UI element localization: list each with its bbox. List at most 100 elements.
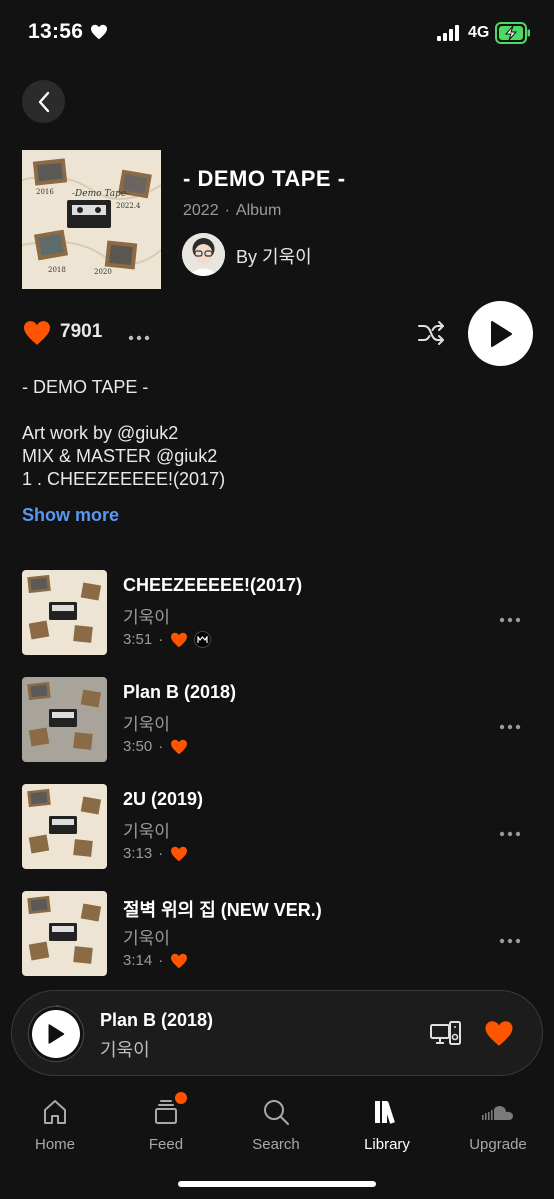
meta-separator: ·: [158, 845, 164, 862]
tab-label: Feed: [148, 1136, 184, 1153]
artwork-note-2016: 2016: [36, 188, 54, 196]
track-row[interactable]: 절벽 위의 집 (NEW VER.) 기욱이 3:14 ·: [0, 891, 554, 981]
heart-icon: [90, 24, 108, 45]
soundcloud-icon: [453, 1096, 543, 1128]
tab-label: Home: [34, 1136, 75, 1153]
track-meta: 3:14 ·: [123, 952, 188, 969]
signal-icon: [437, 25, 461, 46]
liked-heart-icon: [171, 739, 188, 754]
artwork-note-2020: 2020: [94, 268, 112, 276]
battery-charging-icon: [495, 22, 531, 49]
track-duration: 3:13: [123, 845, 153, 862]
meta-separator: ·: [224, 202, 230, 219]
tab-search[interactable]: Search: [231, 1096, 321, 1153]
track-row[interactable]: 2U (2019) 기욱이 3:13 ·: [0, 784, 554, 874]
devices-button[interactable]: [430, 1021, 462, 1052]
track-title: 2U (2019): [123, 789, 204, 809]
mini-player[interactable]: Plan B (2018) 기욱이: [11, 990, 543, 1076]
track-artwork-image: [22, 784, 107, 869]
tab-label: Library: [364, 1136, 410, 1153]
more-horizontal-icon: [499, 831, 521, 837]
shuffle-button[interactable]: [417, 320, 445, 351]
track-more-button[interactable]: [499, 717, 521, 735]
heart-icon: [24, 321, 50, 345]
more-horizontal-icon: [499, 724, 521, 730]
artwork-note-2022: 2022.4: [116, 202, 141, 210]
mini-play-button[interactable]: [32, 1010, 80, 1058]
liked-heart-icon: [171, 846, 188, 861]
artist-avatar[interactable]: [182, 233, 225, 276]
more-options-button[interactable]: [128, 328, 150, 346]
track-more-button[interactable]: [499, 824, 521, 842]
artist-badge-icon: [194, 631, 212, 648]
album-description: - DEMO TAPE - Art work by @giuk2 MIX & M…: [22, 377, 226, 489]
mini-like-button[interactable]: [484, 1020, 514, 1052]
track-duration: 3:14: [123, 952, 153, 969]
mini-player-title: Plan B (2018): [100, 1010, 214, 1030]
album-type: Album: [235, 202, 282, 219]
meta-separator: ·: [158, 631, 164, 648]
track-meta: 3:51 ·: [123, 631, 212, 648]
album-meta: 2022 · Album: [183, 202, 281, 220]
track-title: CHEEZEEEEE!(2017): [123, 575, 303, 595]
tab-library[interactable]: Library: [342, 1096, 432, 1153]
more-horizontal-icon: [499, 617, 521, 623]
track-title: Plan B (2018): [123, 682, 237, 702]
search-icon: [231, 1096, 321, 1128]
track-more-button[interactable]: [499, 931, 521, 949]
track-title: 절벽 위의 집 (NEW VER.): [123, 900, 322, 920]
status-bar: 13:56 4G: [0, 0, 554, 66]
shuffle-icon: [418, 321, 444, 345]
track-meta: 3:13 ·: [123, 845, 188, 862]
tab-label: Search: [252, 1136, 300, 1153]
track-artist: 기욱이: [123, 822, 170, 841]
tab-label: Upgrade: [469, 1136, 527, 1153]
artist-link[interactable]: By 기욱이: [236, 243, 312, 269]
tab-home[interactable]: Home: [10, 1096, 100, 1153]
track-artwork: [22, 677, 107, 762]
meta-separator: ·: [158, 738, 164, 755]
tab-feed[interactable]: Feed: [121, 1092, 211, 1153]
track-row[interactable]: Plan B (2018) 기욱이 3:50 ·: [0, 677, 554, 767]
heart-icon: [485, 1021, 513, 1046]
chevron-left-icon: [38, 91, 49, 112]
track-duration: 3:50: [123, 738, 153, 755]
artwork-handwritten-title: -Demo Tape-: [72, 189, 129, 199]
track-artist: 기욱이: [123, 929, 170, 948]
show-more-link[interactable]: Show more: [22, 505, 119, 526]
home-icon: [10, 1096, 100, 1128]
feed-notification-dot: [175, 1092, 187, 1104]
play-icon: [48, 1024, 65, 1044]
track-artwork-image: [22, 891, 107, 976]
liked-heart-icon: [171, 632, 188, 647]
track-artist: 기욱이: [123, 608, 170, 627]
track-artwork: [22, 784, 107, 869]
home-indicator: [178, 1181, 376, 1187]
like-button[interactable]: [22, 320, 52, 351]
track-row[interactable]: CHEEZEEEEE!(2017) 기욱이 3:51 ·: [0, 570, 554, 660]
album-title: - DEMO TAPE -: [183, 166, 346, 191]
more-horizontal-icon: [499, 938, 521, 944]
play-button[interactable]: [468, 301, 533, 366]
library-icon: [342, 1096, 432, 1128]
album-year: 2022: [183, 202, 219, 219]
back-button[interactable]: [22, 80, 65, 123]
meta-separator: ·: [158, 952, 164, 969]
status-time: 13:56: [28, 20, 84, 43]
track-meta: 3:50 ·: [123, 738, 188, 755]
track-artist: 기욱이: [123, 715, 170, 734]
feed-icon: [121, 1092, 211, 1128]
tab-upgrade[interactable]: Upgrade: [453, 1096, 543, 1153]
play-icon: [490, 320, 512, 347]
album-artwork: -Demo Tape- 2016 2022.4 2018 2020: [22, 150, 161, 289]
track-artwork-image: [22, 570, 107, 655]
track-artwork: [22, 570, 107, 655]
artwork-note-2018: 2018: [48, 266, 66, 274]
track-duration: 3:51: [123, 631, 153, 648]
track-artwork: [22, 891, 107, 976]
track-more-button[interactable]: [499, 610, 521, 628]
network-type: 4G: [468, 24, 490, 41]
liked-heart-icon: [171, 953, 188, 968]
mini-player-artist: 기욱이: [100, 1040, 150, 1060]
like-count: 7901: [60, 321, 103, 342]
